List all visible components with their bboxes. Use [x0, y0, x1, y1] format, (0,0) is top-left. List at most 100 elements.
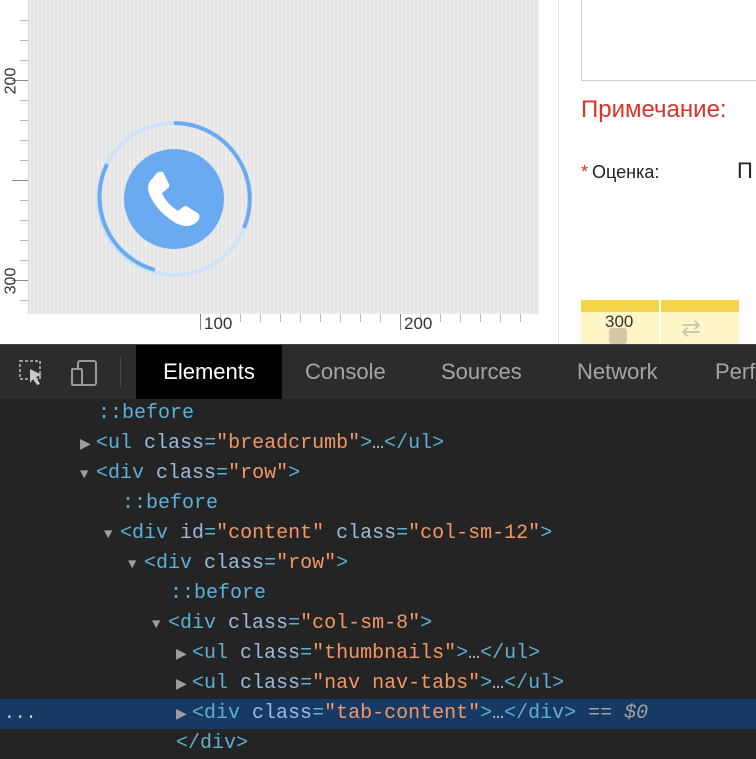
triangle-right-icon[interactable]: ▶	[80, 430, 96, 460]
tree-node[interactable]: ▼ <div class="col-sm-8">	[0, 609, 756, 639]
tree-node-selected[interactable]: ▶ <div class="tab-content">…</div> == $0.…	[0, 699, 756, 729]
attr-eq: =	[300, 642, 313, 665]
attr-value: "content"	[216, 522, 325, 545]
tag-bracket: >	[456, 642, 469, 665]
tab-network[interactable]: Network	[577, 345, 658, 399]
pseudo-element: ::before	[170, 582, 267, 605]
tree-node[interactable]: ::before	[0, 489, 756, 519]
tree-node[interactable]: ▼ <div id="content" class="col-sm-12">	[0, 519, 756, 549]
device-toggle-icon[interactable]	[70, 359, 98, 387]
ruler-tick	[20, 160, 28, 161]
tree-node[interactable]: ::before	[0, 399, 756, 429]
ruler-tick	[500, 314, 501, 322]
triangle-right-icon[interactable]: ▶	[176, 670, 192, 700]
tree-node-content: ▼ <div class="row">	[80, 459, 300, 490]
tab-console[interactable]: Console	[305, 345, 386, 399]
horizontal-ruler: 100 200	[0, 314, 540, 344]
page-viewport: 200 300 100 200 Примечание: * Оценка: П …	[0, 0, 756, 344]
ruler-tick	[480, 314, 481, 322]
triangle-right-icon[interactable]: ▶	[176, 640, 192, 670]
tag-name: div	[132, 522, 169, 545]
tree-node[interactable]: ▶ <ul class="breadcrumb">…</ul>	[0, 429, 756, 459]
triangle-down-icon[interactable]: ▼	[104, 520, 120, 550]
ruler-tick	[320, 314, 321, 322]
ruler-tick	[20, 140, 28, 141]
ruler-tick	[360, 314, 361, 322]
call-button-circle[interactable]	[124, 149, 224, 249]
divider	[659, 300, 661, 344]
attr-value: "thumbnails"	[312, 642, 457, 665]
triangle-right-icon[interactable]: ▶	[176, 700, 192, 730]
tree-node[interactable]: </div>	[0, 729, 756, 759]
ruler-tick	[520, 314, 521, 322]
attr-name: class	[240, 672, 301, 695]
tree-node[interactable]: ::before	[0, 579, 756, 609]
devtools-toolbar: Elements Console Sources Network Perf	[0, 344, 756, 400]
closing-tag: </div>	[504, 702, 577, 725]
tag-bracket: <	[192, 672, 205, 695]
attr-eq: =	[204, 522, 217, 545]
tag-bracket: <	[144, 552, 157, 575]
attr-value: "col-sm-12"	[408, 522, 541, 545]
rating-value: П	[737, 158, 753, 183]
tag-bracket: <	[192, 702, 205, 725]
form-panel: Примечание: * Оценка: П ⇄ 300	[558, 0, 756, 344]
ruler-tick	[20, 220, 28, 221]
call-widget[interactable]	[93, 120, 255, 278]
tree-node[interactable]: ▶ <ul class="nav nav-tabs">…</ul>	[0, 669, 756, 699]
tag-name: ul	[204, 672, 229, 695]
triangle-down-icon[interactable]: ▼	[80, 460, 96, 490]
tag-bracket: <	[96, 462, 109, 485]
attr-value: "row"	[228, 462, 289, 485]
tree-node[interactable]: ▼ <div class="row">	[0, 549, 756, 579]
attr-eq: =	[288, 612, 301, 635]
tag-name: ul	[204, 642, 229, 665]
ruler-tick	[20, 40, 28, 41]
ruler-tick	[20, 100, 28, 101]
attr-name: class	[228, 612, 289, 635]
tree-node[interactable]: ▼ <div class="row">	[0, 459, 756, 489]
tab-performance[interactable]: Perf	[715, 345, 755, 399]
ruler-tick	[400, 314, 401, 330]
tag-bracket: >	[420, 612, 433, 635]
attr-eq: =	[204, 432, 217, 455]
tab-sources[interactable]: Sources	[441, 345, 522, 399]
comment-textarea[interactable]	[581, 0, 756, 81]
triangle-down-icon[interactable]: ▼	[152, 610, 168, 640]
tag-bracket: <	[192, 642, 205, 665]
tag-name: div	[108, 462, 145, 485]
ruler-label-100: 100	[204, 314, 233, 333]
ruler-tick	[300, 314, 301, 322]
more-dots-icon[interactable]: ...	[4, 699, 36, 729]
attr-name: class	[204, 552, 265, 575]
tag-bracket: >	[360, 432, 373, 455]
tree-node-content: ▶ <div class="tab-content">…</div> == $0	[176, 699, 648, 730]
attr-value: "col-sm-8"	[300, 612, 421, 635]
tab-elements[interactable]: Elements	[136, 345, 282, 399]
ruler-tick	[240, 314, 241, 322]
attr-name: id	[180, 522, 205, 545]
ruler-tick	[280, 314, 281, 322]
attr-name: class	[156, 462, 217, 485]
ruler-tick	[200, 314, 201, 330]
triangle-down-icon[interactable]: ▼	[128, 550, 144, 580]
attr-eq: =	[216, 462, 229, 485]
collapsed-ellipsis: …	[468, 642, 481, 665]
attr-name: class	[144, 432, 205, 455]
arrows-swap-icon[interactable]: ⇄	[681, 314, 701, 343]
ruler-tick	[20, 200, 28, 201]
tree-node[interactable]: ▶ <ul class="thumbnails">…</ul>	[0, 639, 756, 669]
tag-name: div	[204, 702, 241, 725]
elements-tree[interactable]: ::before ▶ <ul class="breadcrumb">…</ul> ▼ <…	[0, 399, 756, 755]
collapsed-ellipsis: …	[492, 702, 505, 725]
tree-node-content: ::before	[98, 399, 194, 429]
cursor-select-icon[interactable]	[18, 359, 46, 387]
